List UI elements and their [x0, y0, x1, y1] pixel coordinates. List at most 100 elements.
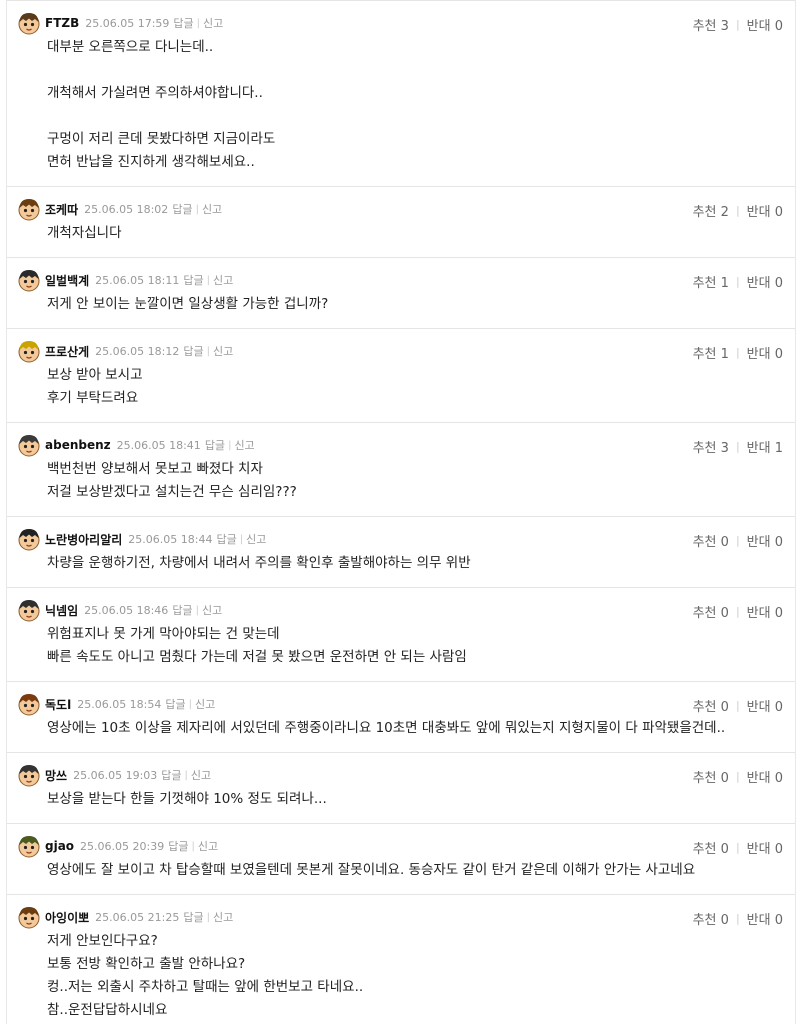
comment-meta: 닉넴임 25.06.05 18:46 답글 | 신고: [17, 598, 783, 622]
downvote-button[interactable]: 반대 0: [747, 838, 783, 857]
comment-author[interactable]: 닉넴임: [45, 602, 78, 619]
downvote-button[interactable]: 반대 0: [747, 343, 783, 362]
vote-box: 추천 1 | 반대 0: [693, 343, 783, 362]
reply-link[interactable]: 답글: [183, 272, 203, 288]
comment-item: 독도l 25.06.05 18:54 답글 | 신고 추천 0 | 반대 0 영…: [7, 681, 795, 752]
upvote-button[interactable]: 추천 0: [693, 767, 729, 786]
comment-author[interactable]: 프로산게: [45, 343, 89, 360]
comment-author[interactable]: 일벌백계: [45, 272, 89, 289]
reply-link[interactable]: 답글: [168, 838, 188, 854]
downvote-button[interactable]: 반대 0: [747, 201, 783, 220]
downvote-count: 0: [774, 606, 783, 621]
comment-timestamp: 25.06.05 18:44: [128, 532, 213, 546]
report-link[interactable]: 신고: [203, 15, 223, 31]
downvote-label: 반대: [746, 700, 771, 715]
reply-link[interactable]: 답글: [173, 15, 193, 31]
report-link[interactable]: 신고: [191, 767, 211, 783]
action-divider: |: [206, 345, 210, 357]
upvote-button[interactable]: 추천 1: [693, 343, 729, 362]
comment-author[interactable]: FTZB: [45, 16, 79, 30]
avatar-icon[interactable]: [17, 527, 41, 551]
comment-author[interactable]: 망쓰: [45, 767, 67, 784]
downvote-button[interactable]: 반대 0: [747, 15, 783, 34]
vote-divider: |: [735, 440, 740, 453]
upvote-label: 추천: [692, 19, 717, 34]
reply-link[interactable]: 답글: [161, 767, 181, 783]
report-link[interactable]: 신고: [213, 909, 233, 925]
vote-divider: |: [735, 770, 740, 783]
comment-author[interactable]: 노란병아리알리: [45, 531, 122, 548]
downvote-button[interactable]: 반대 0: [747, 272, 783, 291]
report-link[interactable]: 신고: [202, 602, 222, 618]
comment-text-line: 영상에도 잘 보이고 차 탑승할때 보였을텐데 못본게 잘못이네요. 동승자도 …: [47, 862, 696, 878]
downvote-button[interactable]: 반대 0: [747, 531, 783, 550]
report-link[interactable]: 신고: [213, 272, 233, 288]
reply-link[interactable]: 답글: [216, 531, 236, 547]
comment-text-line: 저걸 보상받겠다고 설치는건 무슨 심리임???: [47, 484, 297, 500]
upvote-button[interactable]: 추천 0: [693, 696, 729, 715]
avatar-icon[interactable]: [17, 339, 41, 363]
avatar-icon[interactable]: [17, 905, 41, 929]
downvote-button[interactable]: 반대 1: [747, 437, 783, 456]
comment-text-line: 차량을 운행하기전, 차량에서 내려서 주의를 확인후 출발해야하는 의무 위반: [47, 555, 471, 571]
comment-author[interactable]: 조케따: [45, 201, 78, 218]
comment-body: 위험표지나 못 가게 막아야되는 건 맞는데 빠른 속도도 아니고 멈췄다 가는데…: [47, 623, 783, 669]
upvote-button[interactable]: 추천 0: [693, 602, 729, 621]
comment-text-line: 보통 전방 확인하고 출발 안하나요?: [47, 956, 246, 972]
comment-author[interactable]: gjao: [45, 839, 74, 853]
upvote-label: 추천: [692, 700, 717, 715]
downvote-button[interactable]: 반대 0: [747, 909, 783, 928]
avatar-icon[interactable]: [17, 763, 41, 787]
downvote-button[interactable]: 반대 0: [747, 767, 783, 786]
report-link[interactable]: 신고: [246, 531, 266, 547]
report-link[interactable]: 신고: [213, 343, 233, 359]
reply-link[interactable]: 답글: [183, 909, 203, 925]
report-link[interactable]: 신고: [202, 201, 222, 217]
upvote-button[interactable]: 추천 1: [693, 272, 729, 291]
comment-author[interactable]: 아잉이뽀: [45, 909, 89, 926]
downvote-count: 0: [774, 913, 783, 928]
avatar-icon[interactable]: [17, 11, 41, 35]
reply-link[interactable]: 답글: [183, 343, 203, 359]
reply-link[interactable]: 답글: [165, 696, 185, 712]
reply-link[interactable]: 답글: [205, 437, 225, 453]
downvote-button[interactable]: 반대 0: [747, 602, 783, 621]
upvote-button[interactable]: 추천 0: [693, 909, 729, 928]
report-link[interactable]: 신고: [234, 437, 254, 453]
comment-text-line: 저게 안보인다구요?: [47, 933, 158, 949]
reply-link[interactable]: 답글: [172, 602, 192, 618]
avatar-icon[interactable]: [17, 598, 41, 622]
avatar-icon[interactable]: [17, 268, 41, 292]
upvote-button[interactable]: 추천 3: [693, 437, 729, 456]
comment-meta: 프로산게 25.06.05 18:12 답글 | 신고: [17, 339, 783, 363]
comment-author[interactable]: abenbenz: [45, 438, 111, 452]
downvote-label: 반대: [746, 205, 771, 220]
vote-box: 추천 0 | 반대 0: [693, 909, 783, 928]
upvote-count: 0: [720, 842, 729, 857]
report-link[interactable]: 신고: [195, 696, 215, 712]
avatar-icon[interactable]: [17, 834, 41, 858]
downvote-button[interactable]: 반대 0: [747, 696, 783, 715]
downvote-label: 반대: [746, 347, 771, 362]
comment-meta: abenbenz 25.06.05 18:41 답글 | 신고: [17, 433, 783, 457]
reply-link[interactable]: 답글: [172, 201, 192, 217]
vote-divider: |: [735, 841, 740, 854]
upvote-button[interactable]: 추천 3: [693, 15, 729, 34]
upvote-button[interactable]: 추천 0: [693, 838, 729, 857]
upvote-button[interactable]: 추천 2: [693, 201, 729, 220]
avatar-icon[interactable]: [17, 692, 41, 716]
report-link[interactable]: 신고: [198, 838, 218, 854]
downvote-count: 0: [774, 19, 783, 34]
comment-item: 프로산게 25.06.05 18:12 답글 | 신고 추천 1 | 반대 0 …: [7, 328, 795, 422]
comment-item: 노란병아리알리 25.06.05 18:44 답글 | 신고 추천 0 | 반대…: [7, 516, 795, 587]
avatar-icon[interactable]: [17, 197, 41, 221]
upvote-button[interactable]: 추천 0: [693, 531, 729, 550]
avatar-icon[interactable]: [17, 433, 41, 457]
vote-box: 추천 3 | 반대 0: [693, 15, 783, 34]
upvote-count: 2: [720, 205, 729, 220]
comment-body: 영상에는 10초 이상을 제자리에 서있던데 주행중이라니요 10초면 대충봐도…: [47, 717, 783, 740]
vote-box: 추천 0 | 반대 0: [693, 602, 783, 621]
comment-author[interactable]: 독도l: [45, 696, 71, 713]
downvote-count: 0: [774, 205, 783, 220]
upvote-label: 추천: [692, 441, 717, 456]
